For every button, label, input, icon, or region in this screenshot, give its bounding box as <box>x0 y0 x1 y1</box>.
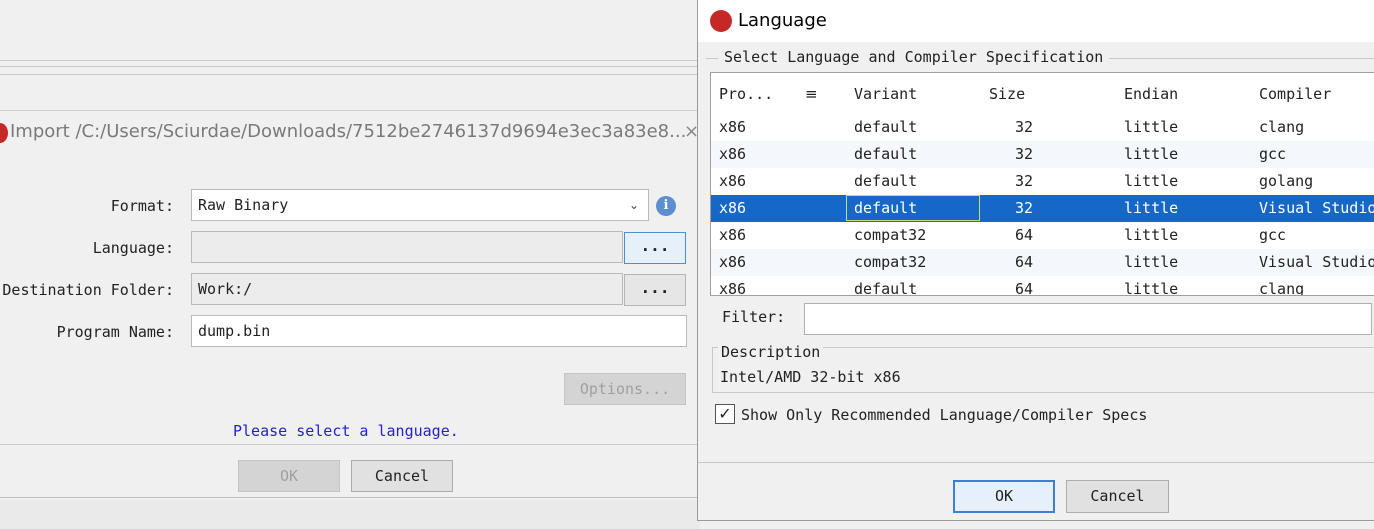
cell-compiler: Visual Studio <box>1259 199 1374 217</box>
cell-processor: x86 <box>719 253 747 271</box>
cell-size: 64 <box>1014 280 1033 296</box>
language-table[interactable]: Pro... ≡ Variant Size Endian Compiler x8… <box>710 72 1374 296</box>
language-dialog-title: Language <box>738 10 827 31</box>
cell-variant: compat32 <box>854 226 927 244</box>
column-header-variant[interactable]: Variant <box>854 85 917 103</box>
divider <box>0 74 700 75</box>
language-dialog: Language Select Language and Compiler Sp… <box>697 0 1374 521</box>
table-row[interactable]: x86 default 32 little gcc <box>711 141 1374 168</box>
column-header-size[interactable]: Size <box>989 85 1025 103</box>
cell-size: 32 <box>1014 172 1033 190</box>
options-button[interactable]: Options... <box>564 373 686 405</box>
cell-endian: little <box>1124 172 1179 190</box>
cell-endian: little <box>1124 280 1179 296</box>
language-field[interactable] <box>191 231 623 263</box>
column-header-processor[interactable]: Pro... <box>719 85 773 103</box>
ok-button[interactable]: OK <box>238 460 340 492</box>
cell-variant: default <box>854 145 918 163</box>
cell-variant: default <box>854 118 918 136</box>
cell-compiler: clang <box>1259 118 1305 136</box>
info-icon[interactable]: i <box>656 196 676 216</box>
format-select[interactable]: Raw Binary ⌄ <box>191 189 649 221</box>
cell-processor: x86 <box>719 172 747 190</box>
cell-compiler: gcc <box>1259 226 1287 244</box>
table-row[interactable]: x86 default 32 little clang <box>711 114 1374 141</box>
status-message: Please select a language. <box>233 422 459 440</box>
language-label: Language: <box>92 239 174 257</box>
recommended-checkbox-label[interactable]: Show Only Recommended Language/Compiler … <box>741 406 1147 424</box>
cell-variant: compat32 <box>854 253 927 271</box>
cell-size: 64 <box>1014 253 1033 271</box>
table-row[interactable]: x86 default 64 little clang <box>711 276 1374 296</box>
filter-label: Filter: <box>722 308 786 326</box>
cell-compiler: Visual Studio <box>1259 253 1374 271</box>
cell-compiler: gcc <box>1259 145 1287 163</box>
table-row[interactable]: x86 default 32 little Visual Studio <box>711 195 1374 222</box>
cell-size: 64 <box>1014 226 1033 244</box>
cell-processor: x86 <box>719 226 747 244</box>
cell-compiler: golang <box>1259 172 1314 190</box>
import-dialog: Import /C:/Users/Sciurdae/Downloads/7512… <box>0 110 700 498</box>
cell-endian: little <box>1124 118 1179 136</box>
chevron-down-icon[interactable]: ⌄ <box>620 190 648 220</box>
program-name-label: Program Name: <box>56 323 174 341</box>
table-row[interactable]: x86 compat32 64 little Visual Studio <box>711 249 1374 276</box>
cell-endian: little <box>1124 226 1179 244</box>
group-title: Select Language and Compiler Specificati… <box>718 48 1110 66</box>
cell-processor: x86 <box>719 199 747 217</box>
divider <box>0 60 700 61</box>
language-browse-button[interactable]: ... <box>624 232 686 264</box>
divider <box>0 66 700 67</box>
language-cancel-button[interactable]: Cancel <box>1066 480 1169 513</box>
destination-folder-label: Destination Folder: <box>2 281 174 299</box>
table-row[interactable]: x86 default 32 little golang <box>711 168 1374 195</box>
cell-processor: x86 <box>719 118 747 136</box>
format-select-value: Raw Binary <box>198 196 289 214</box>
cell-size: 32 <box>1014 118 1033 136</box>
program-name-input[interactable]: dump.bin <box>191 315 687 347</box>
cell-endian: little <box>1124 253 1179 271</box>
cell-variant: default <box>854 199 918 217</box>
destination-browse-button[interactable]: ... <box>624 274 686 306</box>
column-header-endian[interactable]: Endian <box>1124 85 1178 103</box>
recommended-checkbox[interactable]: ✓ <box>715 404 735 424</box>
table-row[interactable]: x86 compat32 64 little gcc <box>711 222 1374 249</box>
divider <box>698 462 1374 463</box>
divider <box>0 444 700 445</box>
app-icon <box>0 123 8 143</box>
filter-input[interactable] <box>804 303 1372 335</box>
cell-variant: default <box>854 172 918 190</box>
cell-endian: little <box>1124 199 1179 217</box>
cell-endian: little <box>1124 145 1179 163</box>
cell-processor: x86 <box>719 280 747 296</box>
background-window <box>0 0 700 60</box>
destination-folder-field[interactable]: Work:/ <box>191 273 623 305</box>
cell-size: 32 <box>1014 145 1033 163</box>
language-ok-button[interactable]: OK <box>953 480 1055 513</box>
cell-processor: x86 <box>719 145 747 163</box>
column-header-compiler[interactable]: Compiler <box>1259 85 1331 103</box>
background-statusbar <box>0 500 700 529</box>
cell-variant: default <box>854 280 918 296</box>
cell-size: 32 <box>1014 199 1033 217</box>
sort-icon[interactable]: ≡ <box>805 85 818 103</box>
cell-compiler: clang <box>1259 280 1305 296</box>
app-icon <box>710 10 732 32</box>
description-label: Description <box>718 343 824 361</box>
description-text: Intel/AMD 32-bit x86 <box>720 368 901 386</box>
format-label: Format: <box>110 197 174 215</box>
import-dialog-title: Import /C:/Users/Sciurdae/Downloads/7512… <box>10 121 687 142</box>
cancel-button[interactable]: Cancel <box>351 460 453 492</box>
